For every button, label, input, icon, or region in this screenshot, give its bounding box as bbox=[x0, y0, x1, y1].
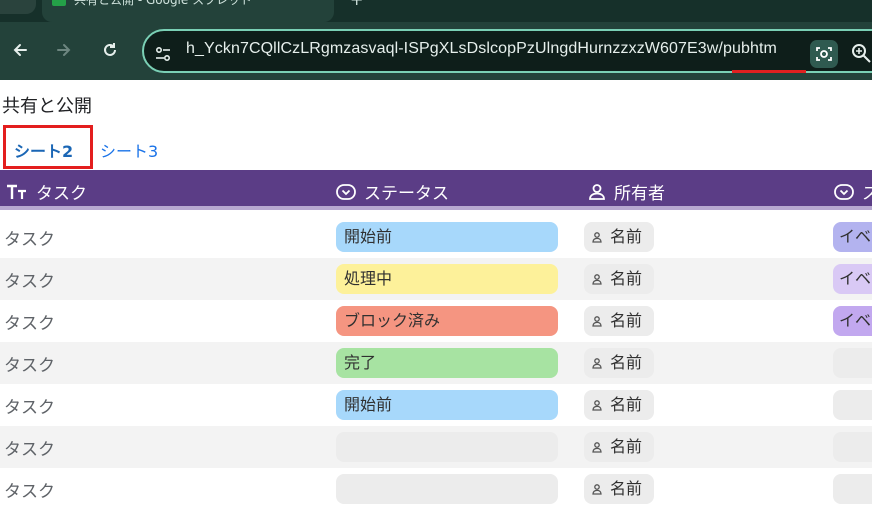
table-row[interactable]: タスク 完了 名前 bbox=[0, 342, 872, 384]
task-cell[interactable]: タスク bbox=[4, 267, 55, 292]
owner-name: 名前 bbox=[610, 311, 643, 330]
arrow-left-icon bbox=[13, 44, 27, 56]
page-title: 共有と公開 bbox=[2, 96, 92, 117]
text-type-icon bbox=[7, 184, 26, 199]
arrow-right-icon bbox=[57, 44, 71, 56]
owner-chip[interactable]: 名前 bbox=[584, 222, 654, 252]
extra-chip[interactable] bbox=[833, 432, 872, 462]
owner-chip[interactable]: 名前 bbox=[584, 474, 654, 504]
owner-chip[interactable]: 名前 bbox=[584, 306, 654, 336]
person-icon bbox=[592, 483, 602, 495]
person-icon bbox=[592, 399, 602, 411]
owner-name: 名前 bbox=[610, 227, 643, 246]
owner-chip[interactable]: 名前 bbox=[584, 432, 654, 462]
status-chip[interactable] bbox=[336, 432, 558, 462]
google-lens-button[interactable] bbox=[810, 40, 838, 68]
owner-chip[interactable]: 名前 bbox=[584, 348, 654, 378]
column-header-owner[interactable]: 所有者 bbox=[588, 179, 665, 204]
column-header-label: タスク bbox=[36, 184, 87, 204]
extra-chip[interactable]: イベ bbox=[833, 222, 872, 252]
column-header-label: ステータス bbox=[364, 184, 449, 204]
dropdown-circle-icon bbox=[834, 183, 854, 200]
table-row[interactable]: タスク ブロック済み 名前 イベ bbox=[0, 300, 872, 342]
status-chip[interactable] bbox=[336, 474, 558, 504]
sheets-favicon-icon bbox=[52, 0, 66, 6]
zoom-icon[interactable] bbox=[850, 42, 872, 64]
task-cell[interactable]: タスク bbox=[4, 435, 55, 460]
owner-name: 名前 bbox=[610, 395, 643, 414]
url-text[interactable]: h_Yckn7CQllCzLRgmzasvaql-ISPgXLsDslcopPz… bbox=[186, 40, 777, 58]
owner-name: 名前 bbox=[610, 437, 643, 456]
task-cell[interactable]: タスク bbox=[4, 477, 55, 502]
table-row[interactable]: タスク 名前 bbox=[0, 426, 872, 468]
table-row[interactable]: タスク 開始前 名前 イベ bbox=[0, 216, 872, 258]
table-header-row: タスク ステータス 所有者 ス bbox=[0, 170, 872, 210]
browser-tab-strip: 共有と公開 - Google スプレッド ✕ + bbox=[0, 0, 872, 22]
owner-chip[interactable]: 名前 bbox=[584, 390, 654, 420]
person-icon bbox=[592, 441, 602, 453]
browser-tab-title: 共有と公開 - Google スプレッド bbox=[74, 0, 253, 7]
person-icon bbox=[592, 315, 602, 327]
owner-chip[interactable]: 名前 bbox=[584, 264, 654, 294]
column-header-extra[interactable]: ス bbox=[834, 179, 872, 204]
column-header-label: 所有者 bbox=[614, 184, 665, 204]
site-settings-icon[interactable] bbox=[154, 45, 172, 63]
dropdown-circle-icon bbox=[336, 183, 356, 200]
task-cell[interactable]: タスク bbox=[4, 225, 55, 250]
extra-chip[interactable] bbox=[833, 474, 872, 504]
task-cell[interactable]: タスク bbox=[4, 393, 55, 418]
browser-tab-previous[interactable] bbox=[0, 0, 36, 14]
new-tab-button[interactable]: + bbox=[350, 0, 363, 9]
status-chip[interactable]: 開始前 bbox=[336, 390, 558, 420]
extra-chip[interactable]: イベ bbox=[833, 264, 872, 294]
status-chip[interactable]: 処理中 bbox=[336, 264, 558, 294]
task-cell[interactable]: タスク bbox=[4, 309, 55, 334]
column-header-status[interactable]: ステータス bbox=[336, 179, 449, 204]
person-icon bbox=[592, 231, 602, 243]
column-header-label: ス bbox=[862, 184, 872, 204]
table-row[interactable]: タスク 名前 bbox=[0, 468, 872, 510]
table-row[interactable]: タスク 処理中 名前 イベ bbox=[0, 258, 872, 300]
task-cell[interactable]: タスク bbox=[4, 351, 55, 376]
owner-name: 名前 bbox=[610, 353, 643, 372]
status-chip[interactable]: 開始前 bbox=[336, 222, 558, 252]
lens-icon bbox=[816, 47, 832, 61]
tab-sheet3[interactable]: シート3 bbox=[100, 138, 158, 162]
owner-name: 名前 bbox=[610, 479, 643, 498]
extra-chip[interactable]: イベ bbox=[833, 306, 872, 336]
person-icon bbox=[592, 273, 602, 285]
table-row[interactable]: タスク 開始前 名前 bbox=[0, 384, 872, 426]
forward-button[interactable] bbox=[52, 38, 76, 62]
owner-name: 名前 bbox=[610, 269, 643, 288]
status-chip[interactable]: ブロック済み bbox=[336, 306, 558, 336]
column-header-task[interactable]: タスク bbox=[6, 179, 87, 204]
person-icon bbox=[592, 357, 602, 369]
status-chip[interactable]: 完了 bbox=[336, 348, 558, 378]
extra-chip[interactable] bbox=[833, 390, 872, 420]
url-highlight-underline bbox=[732, 70, 806, 73]
browser-tab-active[interactable]: 共有と公開 - Google スプレッド ✕ bbox=[42, 0, 334, 22]
reload-button[interactable] bbox=[98, 38, 122, 62]
person-icon bbox=[589, 183, 605, 200]
extra-chip[interactable] bbox=[833, 348, 872, 378]
reload-icon bbox=[104, 43, 116, 56]
back-button[interactable] bbox=[8, 38, 32, 62]
tab-sheet2[interactable]: シート2 bbox=[14, 138, 73, 162]
